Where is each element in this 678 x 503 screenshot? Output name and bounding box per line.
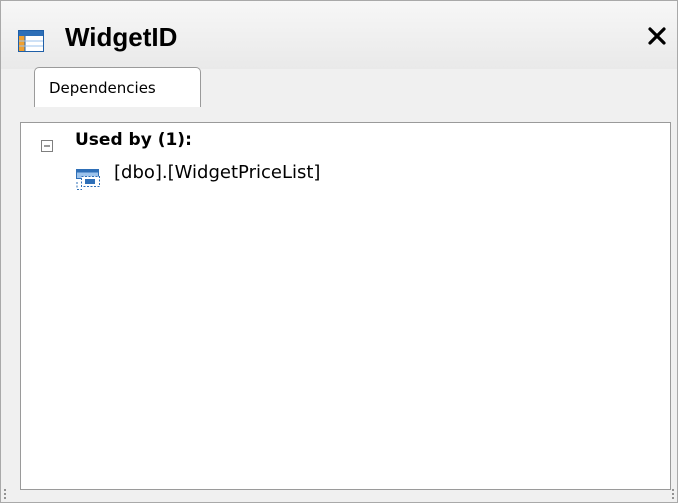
resize-grip-left[interactable]: [3, 488, 7, 500]
dependencies-tree: Used by (1): [dbo].[WidgetPriceList]: [20, 122, 671, 490]
table-icon: [18, 30, 44, 52]
resize-grip-right[interactable]: [671, 488, 675, 500]
panel-header: WidgetID: [1, 1, 677, 69]
tab-label: Dependencies: [49, 79, 156, 97]
view-icon: [76, 165, 102, 191]
panel-title: WidgetID: [65, 22, 178, 52]
dependencies-panel: WidgetID Dependencies Used by (1): [dbo]…: [0, 0, 678, 503]
used-by-group-label: Used by (1):: [75, 130, 192, 150]
collapse-minus-icon[interactable]: [41, 137, 53, 152]
dependency-item-label[interactable]: [dbo].[WidgetPriceList]: [114, 162, 320, 183]
close-icon[interactable]: [646, 25, 670, 49]
tab-dependencies[interactable]: Dependencies: [34, 67, 201, 107]
